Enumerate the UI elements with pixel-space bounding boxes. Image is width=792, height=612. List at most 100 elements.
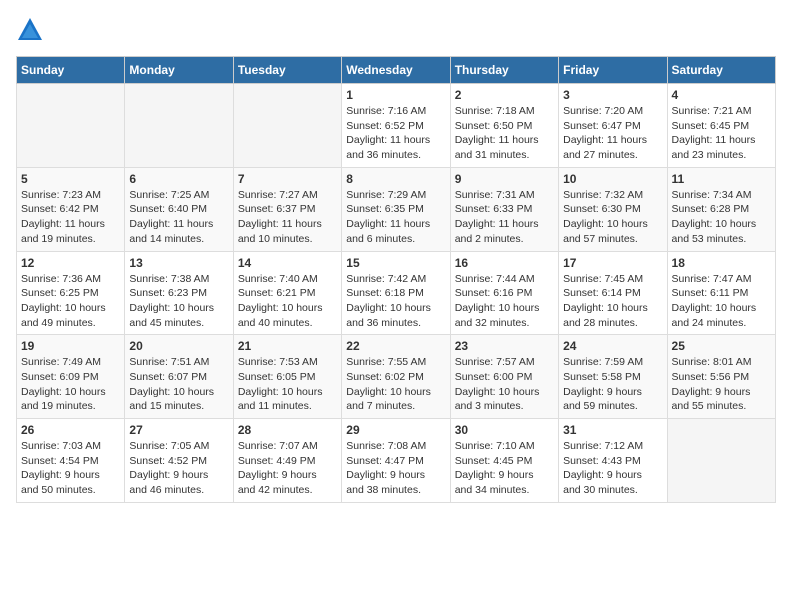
calendar-cell [233,84,341,168]
day-number: 8 [346,172,445,186]
day-number: 7 [238,172,337,186]
day-info: Sunrise: 7:51 AM Sunset: 6:07 PM Dayligh… [129,355,228,414]
day-number: 22 [346,339,445,353]
calendar-cell: 30Sunrise: 7:10 AM Sunset: 4:45 PM Dayli… [450,419,558,503]
page-header [16,16,776,44]
day-info: Sunrise: 7:32 AM Sunset: 6:30 PM Dayligh… [563,188,662,247]
day-number: 2 [455,88,554,102]
calendar-day-header: Saturday [667,57,775,84]
day-info: Sunrise: 7:23 AM Sunset: 6:42 PM Dayligh… [21,188,120,247]
day-number: 28 [238,423,337,437]
calendar-cell: 27Sunrise: 7:05 AM Sunset: 4:52 PM Dayli… [125,419,233,503]
day-number: 20 [129,339,228,353]
calendar-table: SundayMondayTuesdayWednesdayThursdayFrid… [16,56,776,503]
day-info: Sunrise: 7:49 AM Sunset: 6:09 PM Dayligh… [21,355,120,414]
logo-icon [16,16,44,44]
calendar-cell: 6 Sunrise: 7:25 AM Sunset: 6:40 PM Daylig… [125,167,233,251]
calendar-cell: 11 Sunrise: 7:34 AM Sunset: 6:28 PM Dayli… [667,167,775,251]
calendar-cell: 29 Sunrise: 7:08 AM Sunset: 4:47 PM Dayli… [342,419,450,503]
calendar-cell: 10 Sunrise: 7:32 AM Sunset: 6:30 PM Dayli… [559,167,667,251]
calendar-day-header: Monday [125,57,233,84]
day-number: 5 [21,172,120,186]
calendar-cell: 28Sunrise: 7:07 AM Sunset: 4:49 PM Dayli… [233,419,341,503]
calendar-day-header: Friday [559,57,667,84]
calendar-cell: 4 Sunrise: 7:21 AM Sunset: 6:45 PM Daylig… [667,84,775,168]
day-info: Sunrise: 7:20 AM Sunset: 6:47 PM Dayligh… [563,104,662,163]
day-number: 10 [563,172,662,186]
day-number: 19 [21,339,120,353]
calendar-cell: 31 Sunrise: 7:12 AM Sunset: 4:43 PM Dayli… [559,419,667,503]
day-number: 6 [129,172,228,186]
day-info: Sunrise: 7:27 AM Sunset: 6:37 PM Dayligh… [238,188,337,247]
day-number: 4 [672,88,771,102]
calendar-cell: 20 Sunrise: 7:51 AM Sunset: 6:07 PM Dayli… [125,335,233,419]
day-info: Sunrise: 7:45 AM Sunset: 6:14 PM Dayligh… [563,272,662,331]
calendar-cell [667,419,775,503]
calendar-cell: 18 Sunrise: 7:47 AM Sunset: 6:11 PM Dayli… [667,251,775,335]
calendar-cell: 14 Sunrise: 7:40 AM Sunset: 6:21 PM Dayli… [233,251,341,335]
calendar-cell: 26 Sunrise: 7:03 AM Sunset: 4:54 PM Dayli… [17,419,125,503]
day-number: 16 [455,256,554,270]
calendar-cell: 16Sunrise: 7:44 AM Sunset: 6:16 PM Dayli… [450,251,558,335]
day-info: Sunrise: 8:01 AM Sunset: 5:56 PM Dayligh… [672,355,771,414]
calendar-cell: 21 Sunrise: 7:53 AM Sunset: 6:05 PM Dayli… [233,335,341,419]
calendar-cell: 12 Sunrise: 7:36 AM Sunset: 6:25 PM Dayli… [17,251,125,335]
calendar-day-header: Sunday [17,57,125,84]
calendar-day-header: Thursday [450,57,558,84]
day-info: Sunrise: 7:10 AM Sunset: 4:45 PM Dayligh… [455,439,554,498]
day-number: 14 [238,256,337,270]
day-info: Sunrise: 7:12 AM Sunset: 4:43 PM Dayligh… [563,439,662,498]
day-info: Sunrise: 7:25 AM Sunset: 6:40 PM Dayligh… [129,188,228,247]
day-info: Sunrise: 7:29 AM Sunset: 6:35 PM Dayligh… [346,188,445,247]
day-number: 18 [672,256,771,270]
day-info: Sunrise: 7:59 AM Sunset: 5:58 PM Dayligh… [563,355,662,414]
calendar-cell: 8 Sunrise: 7:29 AM Sunset: 6:35 PM Daylig… [342,167,450,251]
calendar-cell [125,84,233,168]
day-info: Sunrise: 7:34 AM Sunset: 6:28 PM Dayligh… [672,188,771,247]
day-number: 21 [238,339,337,353]
calendar-cell: 1 Sunrise: 7:16 AM Sunset: 6:52 PM Daylig… [342,84,450,168]
day-number: 3 [563,88,662,102]
calendar-cell: 3 Sunrise: 7:20 AM Sunset: 6:47 PM Daylig… [559,84,667,168]
day-info: Sunrise: 7:55 AM Sunset: 6:02 PM Dayligh… [346,355,445,414]
calendar-cell: 7 Sunrise: 7:27 AM Sunset: 6:37 PM Daylig… [233,167,341,251]
day-number: 23 [455,339,554,353]
day-info: Sunrise: 7:08 AM Sunset: 4:47 PM Dayligh… [346,439,445,498]
day-info: Sunrise: 7:18 AM Sunset: 6:50 PM Dayligh… [455,104,554,163]
calendar-cell: 24 Sunrise: 7:59 AM Sunset: 5:58 PM Dayli… [559,335,667,419]
calendar-day-header: Wednesday [342,57,450,84]
day-number: 9 [455,172,554,186]
day-info: Sunrise: 7:47 AM Sunset: 6:11 PM Dayligh… [672,272,771,331]
calendar-week-row: 12 Sunrise: 7:36 AM Sunset: 6:25 PM Dayli… [17,251,776,335]
day-number: 29 [346,423,445,437]
day-number: 12 [21,256,120,270]
calendar-cell: 2 Sunrise: 7:18 AM Sunset: 6:50 PM Daylig… [450,84,558,168]
day-info: Sunrise: 7:03 AM Sunset: 4:54 PM Dayligh… [21,439,120,498]
calendar-cell [17,84,125,168]
logo [16,16,48,44]
day-number: 1 [346,88,445,102]
calendar-week-row: 19 Sunrise: 7:49 AM Sunset: 6:09 PM Dayli… [17,335,776,419]
day-info: Sunrise: 7:16 AM Sunset: 6:52 PM Dayligh… [346,104,445,163]
calendar-header-row: SundayMondayTuesdayWednesdayThursdayFrid… [17,57,776,84]
day-number: 17 [563,256,662,270]
day-number: 15 [346,256,445,270]
day-info: Sunrise: 7:42 AM Sunset: 6:18 PM Dayligh… [346,272,445,331]
calendar-cell: 22 Sunrise: 7:55 AM Sunset: 6:02 PM Dayli… [342,335,450,419]
day-info: Sunrise: 7:38 AM Sunset: 6:23 PM Dayligh… [129,272,228,331]
day-number: 26 [21,423,120,437]
day-info: Sunrise: 7:40 AM Sunset: 6:21 PM Dayligh… [238,272,337,331]
calendar-cell: 5 Sunrise: 7:23 AM Sunset: 6:42 PM Daylig… [17,167,125,251]
day-info: Sunrise: 7:53 AM Sunset: 6:05 PM Dayligh… [238,355,337,414]
calendar-cell: 17 Sunrise: 7:45 AM Sunset: 6:14 PM Dayli… [559,251,667,335]
calendar-cell: 15 Sunrise: 7:42 AM Sunset: 6:18 PM Dayli… [342,251,450,335]
day-info: Sunrise: 7:36 AM Sunset: 6:25 PM Dayligh… [21,272,120,331]
day-number: 31 [563,423,662,437]
calendar-week-row: 26 Sunrise: 7:03 AM Sunset: 4:54 PM Dayli… [17,419,776,503]
calendar-day-header: Tuesday [233,57,341,84]
day-info: Sunrise: 7:21 AM Sunset: 6:45 PM Dayligh… [672,104,771,163]
calendar-cell: 13Sunrise: 7:38 AM Sunset: 6:23 PM Dayli… [125,251,233,335]
calendar-cell: 25Sunrise: 8:01 AM Sunset: 5:56 PM Dayli… [667,335,775,419]
day-number: 24 [563,339,662,353]
day-number: 11 [672,172,771,186]
